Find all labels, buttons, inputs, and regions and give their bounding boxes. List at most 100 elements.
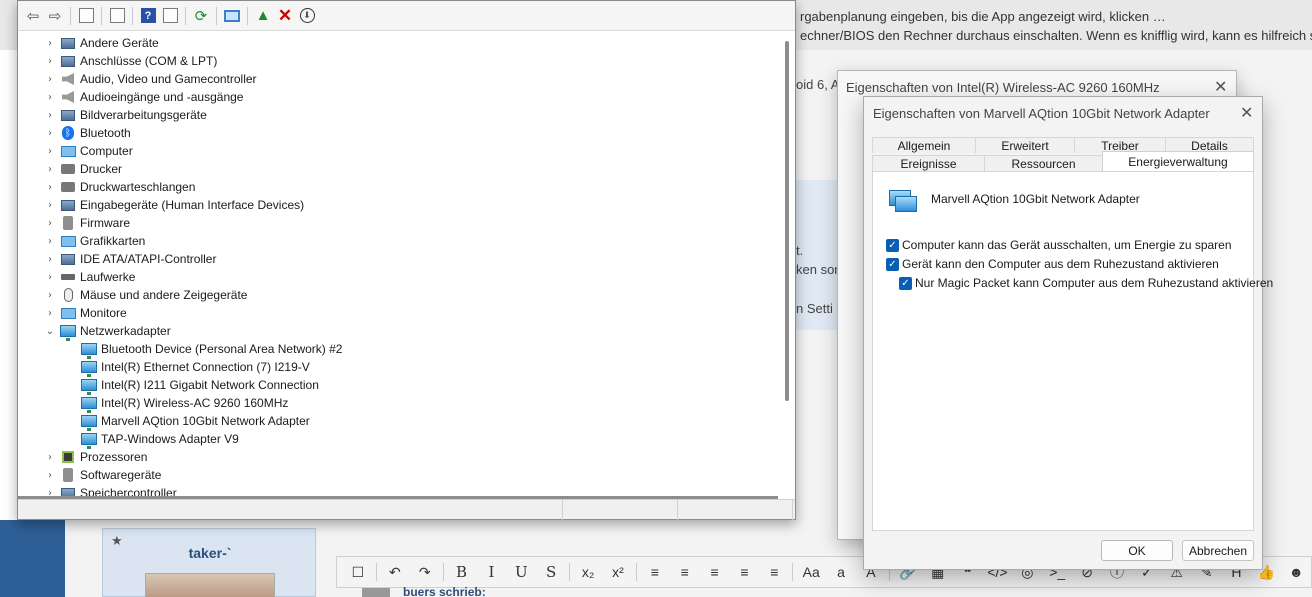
tree-category[interactable]: › IDE ATA/ATAPI-Controller [42, 250, 216, 268]
ordered-list-icon[interactable]: ≡ [640, 559, 670, 585]
vertical-scrollbar[interactable] [785, 41, 789, 401]
back-arrow-icon[interactable]: ⇦ [22, 5, 44, 27]
chevron-right-icon[interactable]: › [42, 254, 58, 265]
tree-device[interactable]: Intel(R) Ethernet Connection (7) I219-V [79, 358, 310, 377]
cancel-button[interactable]: Abbrechen [1182, 540, 1254, 561]
tree-device[interactable]: Intel(R) Wireless-AC 9260 160MHz [79, 394, 288, 413]
forward-arrow-icon[interactable]: ⇨ [44, 5, 66, 27]
chevron-right-icon[interactable]: › [42, 146, 58, 157]
tree-category[interactable]: › Softwaregeräte [42, 466, 161, 484]
tab-ressourcen[interactable]: Ressourcen [984, 155, 1102, 171]
status-bar [18, 499, 795, 520]
bold-icon[interactable]: B [447, 559, 477, 585]
tree-category[interactable]: › Mäuse und andere Zeigegeräte [42, 286, 247, 304]
chevron-right-icon[interactable]: › [42, 110, 58, 121]
checkbox[interactable]: ✓ [886, 238, 899, 252]
enable-device-icon[interactable]: ▲ [252, 5, 274, 27]
chevron-right-icon[interactable]: › [42, 272, 58, 283]
chevron-right-icon[interactable]: › [42, 182, 58, 193]
undo-icon[interactable]: ↶ [380, 559, 410, 585]
close-icon[interactable]: ✕ [1214, 77, 1227, 96]
tree-device[interactable]: Bluetooth Device (Personal Area Network)… [79, 340, 342, 359]
emoji-icon[interactable]: ☻ [1281, 559, 1311, 585]
chevron-right-icon[interactable]: › [42, 308, 58, 319]
chevron-right-icon[interactable]: › [42, 200, 58, 211]
tree-category[interactable]: › Andere Geräte [42, 34, 159, 52]
checkbox[interactable]: ✓ [886, 257, 899, 271]
option-allow-wake[interactable]: ✓ Gerät kann den Computer aus dem Ruhezu… [886, 257, 1219, 271]
toolbar-separator [247, 6, 248, 25]
view-icon[interactable] [106, 5, 128, 27]
chevron-right-icon[interactable]: › [42, 488, 58, 497]
chevron-right-icon[interactable]: › [42, 92, 58, 103]
tree-category[interactable]: › Monitore [42, 304, 127, 322]
chevron-down-icon[interactable]: ⌄ [42, 326, 58, 337]
chevron-right-icon[interactable]: › [42, 236, 58, 247]
tree-category[interactable]: › Bildverarbeitungsgeräte [42, 106, 207, 124]
tree-category[interactable]: › Speichercontroller [42, 484, 177, 496]
strikethrough-icon[interactable]: S [536, 559, 566, 585]
italic-icon[interactable]: I [477, 559, 507, 585]
tree-category[interactable]: › Drucker [42, 160, 122, 178]
post-username[interactable]: taker-` [103, 545, 317, 561]
tab-erweitert[interactable]: Erweitert [975, 137, 1074, 153]
tree-category[interactable]: › Computer [42, 142, 133, 160]
chevron-right-icon[interactable]: › [42, 164, 58, 175]
outdent-icon[interactable]: ≡ [700, 559, 730, 585]
properties-icon[interactable] [75, 5, 97, 27]
tab-allgemein[interactable]: Allgemein [872, 137, 975, 153]
speaker-icon [60, 90, 76, 104]
scan-hardware-icon[interactable] [221, 5, 243, 27]
tree-category[interactable]: › ᛒ Bluetooth [42, 124, 131, 142]
update-driver-icon[interactable]: ⟳ [190, 5, 212, 27]
tree-category[interactable]: › Druckwarteschlangen [42, 178, 195, 196]
tree-device[interactable]: Intel(R) I211 Gigabit Network Connection [79, 376, 319, 395]
tab-strip: Allgemein Erweitert Treiber Details Erei… [872, 137, 1254, 171]
checkbox-icon[interactable]: ☐ [343, 559, 373, 585]
network-icon [60, 324, 76, 341]
font-size-icon[interactable]: Aa [796, 559, 826, 585]
tree-category[interactable]: › Eingabegeräte (Human Interface Devices) [42, 196, 304, 214]
chevron-right-icon[interactable]: › [42, 470, 58, 481]
tree-item-label: Computer [80, 144, 133, 158]
disable-device-icon[interactable]: ⬇ [296, 5, 318, 27]
subscript-icon[interactable]: x₂ [573, 559, 603, 585]
bullet-list-icon[interactable]: ≡ [670, 559, 700, 585]
tree-category[interactable]: › Firmware [42, 214, 130, 232]
tab-energieverwaltung[interactable]: Energieverwaltung [1102, 151, 1254, 171]
chevron-right-icon[interactable]: › [42, 128, 58, 139]
tree-device[interactable]: TAP-Windows Adapter V9 [79, 430, 239, 449]
help-icon[interactable]: ? [137, 5, 159, 27]
option-allow-turn-off[interactable]: ✓ Computer kann das Gerät ausschalten, u… [886, 238, 1232, 252]
tree-device[interactable]: Marvell AQtion 10Gbit Network Adapter [79, 412, 310, 431]
uninstall-icon[interactable]: ✕ [274, 5, 296, 27]
indent-icon[interactable]: ≡ [730, 559, 760, 585]
tab-ereignisse[interactable]: Ereignisse [872, 155, 984, 171]
close-icon[interactable]: ✕ [1240, 103, 1253, 122]
avatar[interactable] [145, 573, 275, 597]
chevron-right-icon[interactable]: › [42, 290, 58, 301]
ok-button[interactable]: OK [1101, 540, 1173, 561]
tree-category[interactable]: ⌄ Netzwerkadapter [42, 322, 171, 341]
chevron-right-icon[interactable]: › [42, 218, 58, 229]
align-icon[interactable]: ≡ [759, 559, 789, 585]
tree-category[interactable]: › Audioeingänge und -ausgänge [42, 88, 243, 106]
chevron-right-icon[interactable]: › [42, 56, 58, 67]
superscript-icon[interactable]: x² [603, 559, 633, 585]
checkbox[interactable]: ✓ [899, 276, 912, 290]
tree-category[interactable]: › Anschlüsse (COM & LPT) [42, 52, 217, 70]
text-style-icon[interactable]: a [826, 559, 856, 585]
underline-icon[interactable]: U [506, 559, 536, 585]
tree-category[interactable]: › Audio, Video und Gamecontroller [42, 70, 257, 88]
tree-category[interactable]: › Prozessoren [42, 448, 147, 466]
tree-item-label: Mäuse und andere Zeigegeräte [80, 288, 248, 302]
option-magic-packet-only[interactable]: ✓ Nur Magic Packet kann Computer aus dem… [899, 276, 1273, 290]
tree-category[interactable]: › Laufwerke [42, 268, 135, 286]
chevron-right-icon[interactable]: › [42, 452, 58, 463]
chevron-right-icon[interactable]: › [42, 38, 58, 49]
forum-text-fragment: n Setti [796, 301, 833, 316]
redo-icon[interactable]: ↷ [410, 559, 440, 585]
tree-category[interactable]: › Grafikkarten [42, 232, 145, 250]
chevron-right-icon[interactable]: › [42, 74, 58, 85]
details-icon[interactable] [159, 5, 181, 27]
